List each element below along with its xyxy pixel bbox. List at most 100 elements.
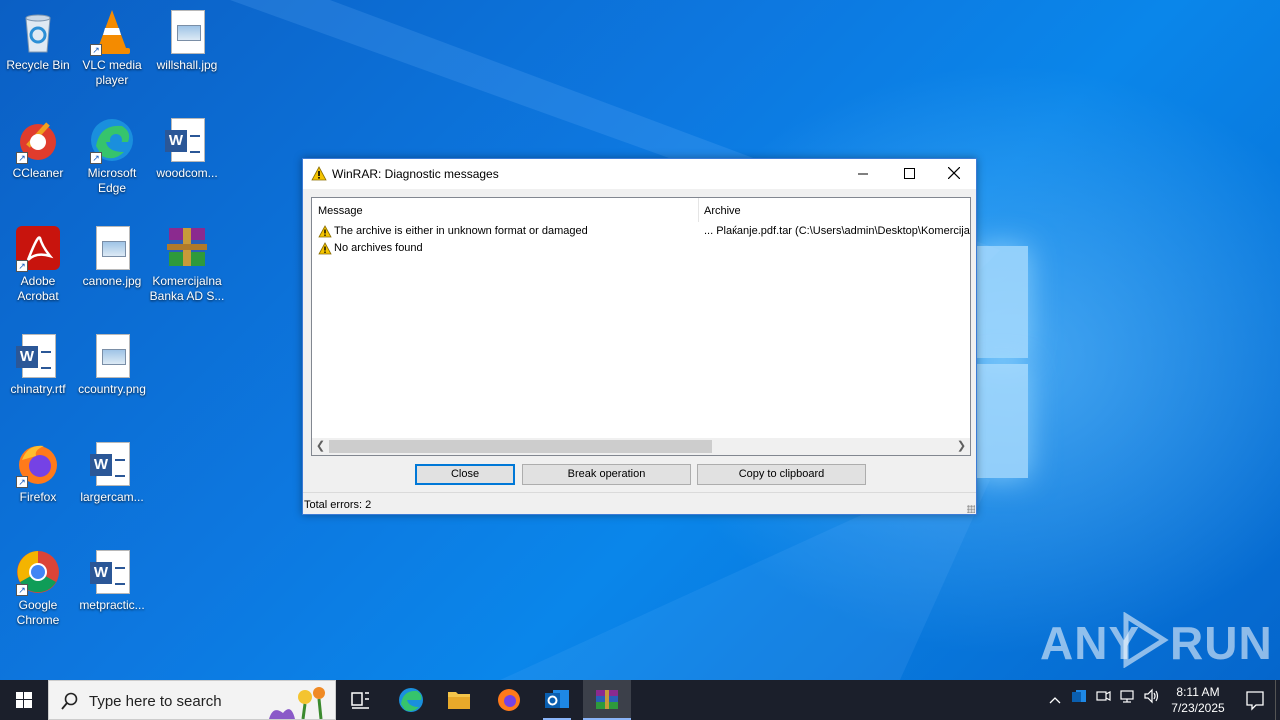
close-window-button[interactable] (931, 159, 977, 189)
resize-grip-icon[interactable] (967, 505, 975, 513)
play-logo-icon (1123, 612, 1169, 668)
desktop-icon-woodcom[interactable]: W woodcom... (149, 116, 225, 181)
image-file-icon (88, 224, 136, 272)
desktop-icon-firefox[interactable]: ↗ Firefox (0, 440, 76, 505)
warning-icon (318, 242, 332, 255)
tray-meet-now[interactable] (1092, 680, 1114, 720)
clock-date: 7/23/2025 (1171, 701, 1225, 715)
outlook-tray-icon (1072, 690, 1086, 702)
desktop-icon-label: willshall.jpg (156, 58, 218, 72)
taskbar-clock[interactable]: 8:11 AM 7/23/2025 (1160, 684, 1236, 716)
list-row[interactable]: No archives found (312, 240, 970, 257)
folder-icon (448, 692, 470, 709)
close-button[interactable]: Close (415, 464, 515, 485)
volume-icon (1144, 688, 1159, 704)
scrollbar-thumb[interactable] (329, 440, 712, 453)
desktop-icon-google-chrome[interactable]: ↗ Google Chrome (0, 548, 76, 628)
total-errors-text: Total errors: 2 (304, 499, 372, 511)
desktop-icon-label: largercam... (80, 490, 144, 504)
desktop-icon-recycle-bin[interactable]: Recycle Bin (0, 8, 76, 73)
desktop-icon-largercam[interactable]: W largercam... (74, 440, 150, 505)
warning-icon (318, 225, 332, 238)
recycle-bin-icon (25, 14, 51, 53)
notification-center-button[interactable] (1236, 680, 1274, 720)
edge-icon (399, 688, 423, 712)
list-row[interactable]: The archive is either in unknown format … (312, 223, 970, 240)
tray-network[interactable] (1116, 680, 1138, 720)
maximize-button[interactable] (886, 159, 932, 189)
messages-list[interactable]: Message Archive The archive is either in… (311, 197, 971, 456)
desktop-icon-label: Recycle Bin (6, 58, 70, 72)
tray-outlook[interactable] (1068, 680, 1090, 720)
desktop-icon-edge[interactable]: ↗ Microsoft Edge (74, 116, 150, 196)
clock-time: 8:11 AM (1176, 685, 1220, 699)
desktop-icon-canone[interactable]: canone.jpg (74, 224, 150, 289)
status-bar: Total errors: 2 (303, 492, 976, 514)
copy-to-clipboard-button[interactable]: Copy to clipboard (697, 464, 866, 485)
winrar-diagnostic-dialog: WinRAR: Diagnostic messages Message Arch… (302, 158, 977, 515)
start-button[interactable] (0, 680, 48, 720)
desktop-icon-willshall[interactable]: willshall.jpg (149, 8, 225, 73)
chevron-up-icon (1049, 697, 1061, 704)
word-doc-icon: W (88, 548, 136, 596)
windows-logo-wallpaper (975, 240, 1035, 485)
search-highlight-flowers-icon (269, 687, 325, 719)
tray-volume[interactable] (1140, 680, 1162, 720)
row-message: The archive is either in unknown format … (334, 225, 588, 237)
task-view-icon (351, 692, 369, 709)
desktop-icon-label: Komercijalna Banka AD S... (149, 274, 225, 303)
word-doc-icon: W (163, 116, 211, 164)
scroll-left-icon[interactable]: ❮ (312, 438, 329, 455)
show-hidden-icons-button[interactable] (1044, 680, 1066, 720)
scroll-right-icon[interactable]: ❯ (953, 438, 970, 455)
taskbar-file-explorer[interactable] (435, 680, 483, 720)
desktop-icon-label: VLC media player (82, 58, 142, 87)
shortcut-arrow-icon: ↗ (16, 260, 28, 272)
desktop-icon-metpractic[interactable]: W metpractic... (74, 548, 150, 613)
desktop-icon-ccleaner[interactable]: ↗ CCleaner (0, 116, 76, 181)
desktop-icon-komercijalna[interactable]: Komercijalna Banka AD S... (149, 224, 225, 304)
notification-icon (1246, 691, 1264, 711)
desktop-icon-label: Adobe Acrobat (17, 274, 59, 303)
row-archive: ... Plaќanje.pdf.tar (C:\Users\admin\Des… (704, 225, 970, 237)
column-header-message[interactable]: Message (318, 205, 363, 217)
windows-start-icon (16, 692, 32, 708)
image-file-icon (88, 332, 136, 380)
desktop-icon-chinatry[interactable]: W chinatry.rtf (0, 332, 76, 397)
taskbar-search-box[interactable]: Type here to search (48, 680, 336, 720)
taskbar-outlook[interactable] (533, 680, 581, 720)
image-file-icon (163, 8, 211, 56)
desktop-icon-label: canone.jpg (82, 274, 142, 288)
desktop-icon-vlc[interactable]: ↗ VLC media player (74, 8, 150, 88)
dialog-titlebar[interactable]: WinRAR: Diagnostic messages (303, 159, 976, 189)
show-desktop-button[interactable] (1275, 680, 1280, 720)
desktop-icon-label: CCleaner (12, 166, 64, 180)
desktop-icon-label: metpractic... (79, 598, 145, 612)
taskbar-firefox[interactable] (485, 680, 533, 720)
shortcut-arrow-icon: ↗ (16, 476, 28, 488)
watermark-text-right: RUN (1170, 617, 1273, 669)
desktop-icon-ccountry[interactable]: ccountry.png (74, 332, 150, 397)
desktop-icon-label: woodcom... (156, 166, 218, 180)
shortcut-arrow-icon: ↗ (16, 152, 28, 164)
winrar-icon (596, 690, 618, 709)
desktop-icon-label: chinatry.rtf (10, 382, 66, 396)
task-view-button[interactable] (336, 680, 384, 720)
horizontal-scrollbar[interactable]: ❮ ❯ (312, 438, 970, 455)
search-icon (61, 692, 78, 710)
word-doc-icon: W (14, 332, 62, 380)
break-operation-button[interactable]: Break operation (522, 464, 691, 485)
warning-icon (311, 166, 327, 181)
taskbar-winrar[interactable] (583, 680, 631, 720)
row-message: No archives found (334, 242, 423, 254)
desktop-icon-label: Google Chrome (16, 598, 60, 627)
desktop-icon-label: Firefox (19, 490, 57, 504)
anyrun-watermark: ANY RUN (1040, 608, 1272, 672)
taskbar: Type here to search 8:11 AM 7/23/2025 (0, 680, 1280, 720)
desktop-icon-adobe-acrobat[interactable]: ↗ Adobe Acrobat (0, 224, 76, 304)
column-divider[interactable] (698, 198, 699, 222)
camera-icon (1096, 691, 1111, 701)
taskbar-edge[interactable] (387, 680, 435, 720)
minimize-button[interactable] (840, 159, 886, 189)
column-header-archive[interactable]: Archive (704, 205, 741, 217)
